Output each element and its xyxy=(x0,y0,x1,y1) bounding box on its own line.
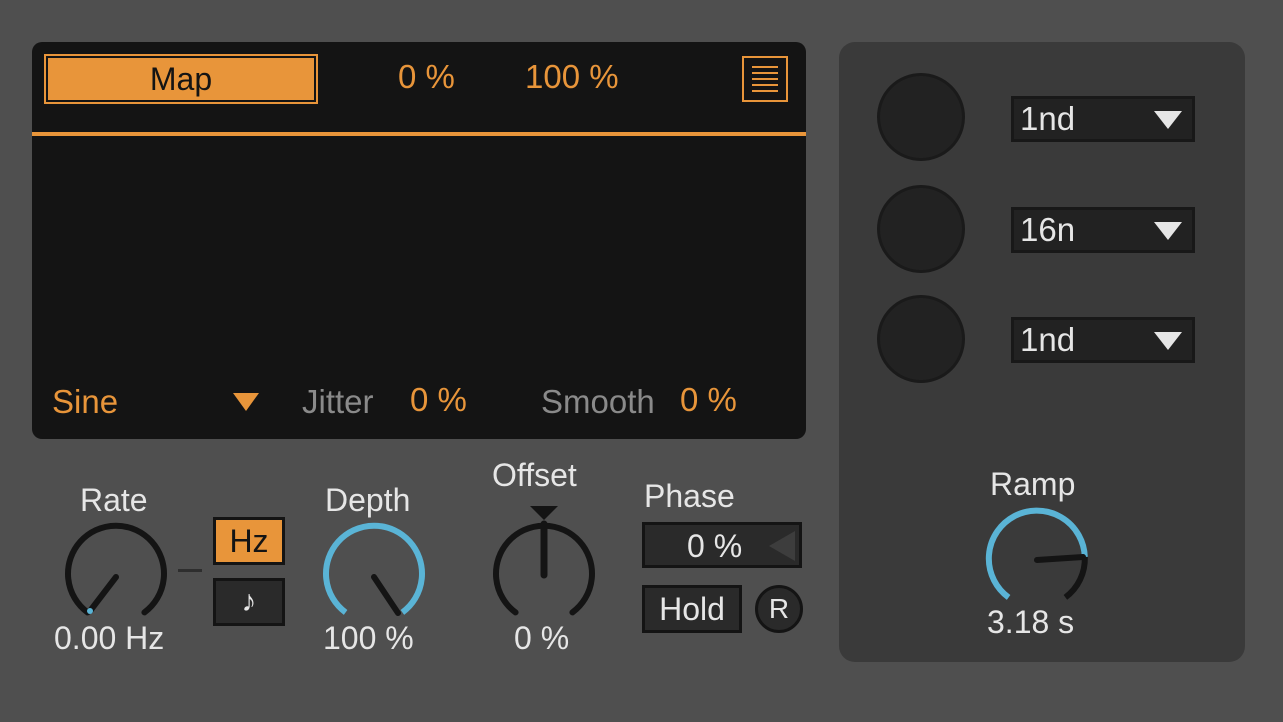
retrigger-button[interactable]: R xyxy=(755,585,803,633)
shape-dropdown[interactable]: Sine xyxy=(52,383,118,421)
map-slot-2-value: 16n xyxy=(1020,211,1076,248)
range-min-value[interactable]: 0 % xyxy=(398,58,455,96)
offset-label: Offset xyxy=(492,457,577,493)
map-slot-1-button[interactable] xyxy=(877,73,965,161)
waveform-line xyxy=(32,132,806,136)
phase-label: Phase xyxy=(644,478,735,514)
rate-link-dash xyxy=(178,569,202,572)
map-button[interactable]: Map xyxy=(44,54,318,104)
jitter-value[interactable]: 0 % xyxy=(410,381,467,419)
dropdown-arrow-icon[interactable] xyxy=(233,393,259,411)
phase-value: 0 % xyxy=(687,528,743,564)
map-slot-3-button[interactable] xyxy=(877,295,965,383)
hz-mode-button[interactable]: Hz xyxy=(213,517,285,565)
smooth-value[interactable]: 0 % xyxy=(680,381,737,419)
depth-value: 100 % xyxy=(323,620,414,656)
chevron-down-icon xyxy=(1154,111,1182,129)
map-slot-2-button[interactable] xyxy=(877,185,965,273)
offset-value: 0 % xyxy=(514,620,570,656)
map-slot-1-dropdown[interactable]: 1nd xyxy=(1011,96,1195,142)
rate-value: 0.00 Hz xyxy=(54,620,165,656)
chevron-down-icon xyxy=(1154,332,1182,350)
depth-knob[interactable] xyxy=(323,522,425,627)
map-slot-1-value: 1nd xyxy=(1020,100,1076,137)
chevron-down-icon xyxy=(1154,222,1182,240)
phase-slider[interactable]: 0 % xyxy=(642,522,802,568)
range-max-value[interactable]: 100 % xyxy=(525,58,619,96)
map-slot-2-dropdown[interactable]: 16n xyxy=(1011,207,1195,253)
phase-slider-arrow-icon xyxy=(769,531,795,561)
smooth-label: Smooth xyxy=(541,383,655,420)
hold-button[interactable]: Hold xyxy=(642,585,742,633)
rate-label: Rate xyxy=(80,482,148,518)
jitter-label: Jitter xyxy=(302,383,374,420)
rate-knob[interactable] xyxy=(65,522,167,627)
depth-label: Depth xyxy=(325,482,411,518)
sync-note-icon[interactable]: ♪ xyxy=(213,578,285,626)
offset-knob[interactable] xyxy=(493,502,595,627)
ramp-label: Ramp xyxy=(990,466,1076,502)
ramp-value: 3.18 s xyxy=(987,604,1075,640)
list-menu-icon[interactable] xyxy=(742,56,788,102)
map-slot-3-dropdown[interactable]: 1nd xyxy=(1011,317,1195,363)
map-slot-3-value: 1nd xyxy=(1020,321,1076,358)
ramp-knob[interactable] xyxy=(985,507,1088,612)
